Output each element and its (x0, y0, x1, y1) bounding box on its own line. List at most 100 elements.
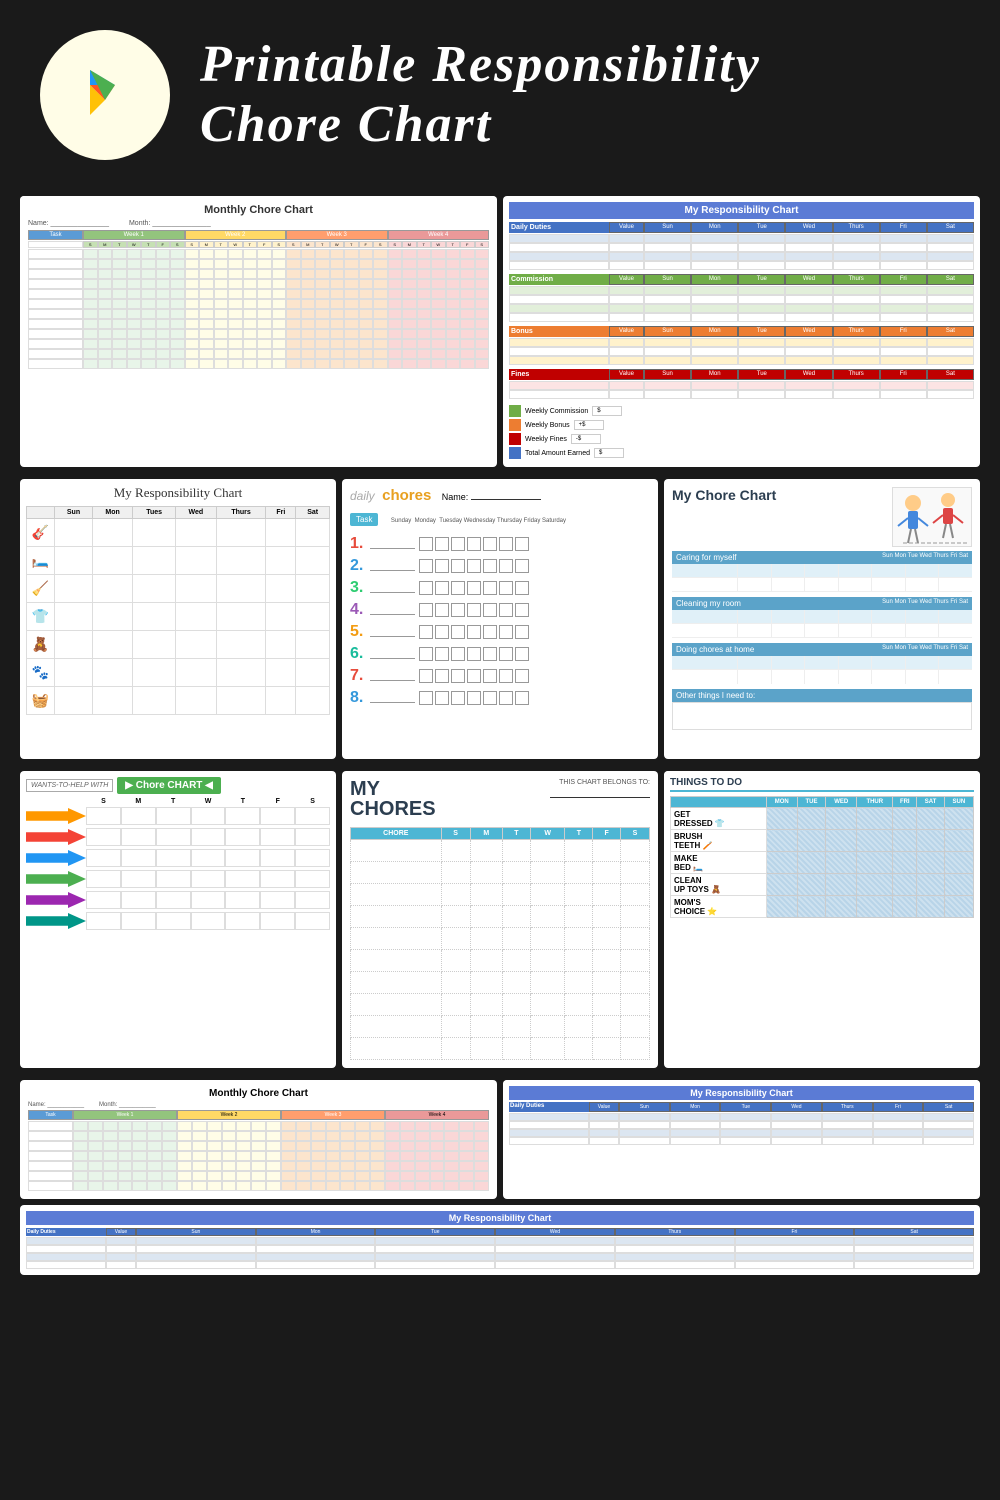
resp-chart-bottom-card: My Responsibility Chart Daily Duties Val… (503, 1080, 980, 1199)
wants-days-header: S M T W T F S (26, 798, 330, 805)
table-row (28, 289, 489, 299)
cleaning-section: Cleaning my room Sun Mon Tue Wed Thurs F… (672, 597, 972, 638)
caring-section: Caring for myself Sun Mon Tue Wed Thurs … (672, 551, 972, 592)
table-row (509, 390, 974, 399)
arrow-orange (26, 808, 86, 824)
things-todo-tbody: GETDRESSED 👕 BRUSHTEETH 🪥 (671, 808, 974, 918)
caring-rows (672, 564, 972, 592)
table-row (672, 624, 972, 638)
wants-row-6 (26, 912, 330, 930)
table-row (26, 1245, 974, 1253)
table-row: MAKEBED 🛏️ (671, 852, 974, 874)
commission-label: Commission (509, 274, 609, 285)
table-row (509, 356, 974, 365)
table-row (351, 862, 650, 884)
table-row: 🐾 (27, 659, 330, 687)
my-chores-tbody (351, 840, 650, 1060)
monthly-bottom-rows (28, 1121, 489, 1191)
monthly-chart-bottom-title: Monthly Chore Chart (28, 1088, 489, 1099)
cartoon-illustration (892, 487, 972, 547)
resp-chart-bottom-inner: My Responsibility Chart Daily Duties Val… (503, 1080, 980, 1151)
monthly-chore-card: Monthly Chore Chart Name: ______________… (20, 196, 497, 467)
resp-bottom-rows (509, 1113, 974, 1145)
row3: WANTS-TO-HELP WITH ▶ Chore CHART ◀ S M T… (0, 765, 1000, 1074)
my-chore-title: My Chore Chart (672, 487, 776, 503)
resp-bottom-header: Daily Duties Value Sun Mon Tue Wed Thurs… (509, 1102, 974, 1112)
row2: My Responsibility Chart Sun Mon Tues Wed… (0, 473, 1000, 765)
wants-row-3 (26, 849, 330, 867)
table-row: 👕 (27, 603, 330, 631)
monthly-chart-title: Monthly Chore Chart (28, 204, 489, 216)
table-row (509, 1113, 974, 1121)
belongs-section: THIS CHART BELONGS TO: (550, 779, 650, 798)
monthly-chart-inner: Monthly Chore Chart Name: ______________… (20, 196, 497, 396)
table-row (509, 1121, 974, 1129)
table-row (28, 349, 489, 359)
table-row (509, 1129, 974, 1137)
caring-header: Caring for myself Sun Mon Tue Wed Thurs … (672, 551, 972, 564)
my-chore-card: My Chore Chart (664, 479, 980, 759)
arrow-red (26, 829, 86, 845)
table-row (28, 249, 489, 259)
fines-rows (509, 381, 974, 399)
table-row (672, 656, 972, 670)
my-chores-table: CHORE SM TW TF S (350, 827, 650, 1060)
my-resp-title: My Responsibility Chart (26, 485, 330, 501)
chore-item-1: 1. (350, 535, 650, 553)
chore-item-7: 7. (350, 667, 650, 685)
arrow-blue (26, 850, 86, 866)
table-row (28, 1181, 489, 1191)
doing-chores-rows (672, 656, 972, 684)
name-label: Name: _______________ (28, 220, 109, 227)
my-resp-bottom-card: My Responsibility Chart Daily Duties Val… (20, 1205, 980, 1275)
table-row (509, 313, 974, 322)
table-row: 🛏️ (27, 547, 330, 575)
chore-item-8: 8. (350, 689, 650, 707)
table-row (509, 243, 974, 252)
table-row (28, 329, 489, 339)
daily-chores-card: daily chores Name: Task Sunday Monday Tu… (342, 479, 658, 759)
table-row (28, 279, 489, 289)
chore-chart-banner: ▶ Chore CHART ◀ (117, 777, 221, 794)
my-resp-table: Sun Mon Tues Wed Thurs Fri Sat 🎸 🛏️ (26, 506, 330, 715)
name-prompt: Name: (442, 492, 542, 502)
table-row (28, 259, 489, 269)
table-row (351, 994, 650, 1016)
things-todo-inner: THINGS TO DO MON TUE WED THUR FRI SAT SU… (664, 771, 980, 924)
table-row (26, 1253, 974, 1261)
chores-label: chores (382, 487, 431, 504)
monthly-chart-bottom-card: Monthly Chore Chart Name: ___________ Mo… (20, 1080, 497, 1199)
table-row (351, 972, 650, 994)
other-things-header: Other things I need to: (672, 689, 972, 702)
wants-help-card: WANTS-TO-HELP WITH ▶ Chore CHART ◀ S M T… (20, 771, 336, 1068)
header-title: Printable Responsibility Chore Chart (200, 35, 761, 155)
table-row (672, 564, 972, 578)
table-row (28, 319, 489, 329)
my-resp-bottom-header: Daily Duties Value Sun Mon Tue Wed Thurs… (26, 1228, 974, 1236)
table-row (672, 578, 972, 592)
summary-section: Weekly Commission $ Weekly Bonus +$ Week… (509, 405, 974, 459)
belongs-line (550, 786, 650, 798)
table-row (28, 1121, 489, 1131)
my-chores-mid-card: MYCHORES THIS CHART BELONGS TO: CHORE SM… (342, 771, 658, 1068)
cleaning-header: Cleaning my room Sun Mon Tue Wed Thurs F… (672, 597, 972, 610)
table-row (351, 950, 650, 972)
table-row: MOM'SCHOICE ⭐ (671, 896, 974, 918)
table-row: CLEANUP TOYS 🧸 (671, 874, 974, 896)
monthly-bottom-labels: Name: ___________ Month: ___________ (28, 1102, 489, 1108)
month-label: Month: _______________ (129, 220, 211, 227)
table-row (509, 286, 974, 295)
wants-help-header: WANTS-TO-HELP WITH ▶ Chore CHART ◀ (26, 777, 330, 794)
table-row: 🎸 (27, 519, 330, 547)
doing-chores-header: Doing chores at home Sun Mon Tue Wed Thu… (672, 643, 972, 656)
my-resp-bottom-inner: My Responsibility Chart Daily Duties Val… (20, 1205, 980, 1275)
table-row (351, 1016, 650, 1038)
table-row (26, 1237, 974, 1245)
table-row (509, 261, 974, 270)
my-chores-big-title: MYCHORES (350, 779, 436, 819)
monthly-bottom-header: Task Week 1 Week 2 Week 3 Week 4 (28, 1110, 489, 1120)
days-row: Sunday Monday Tuesday Wednesday Thursday… (391, 518, 566, 524)
doing-chores-section: Doing chores at home Sun Mon Tue Wed Thu… (672, 643, 972, 684)
task-label: Task (350, 513, 378, 526)
chore-item-4: 4. (350, 601, 650, 619)
